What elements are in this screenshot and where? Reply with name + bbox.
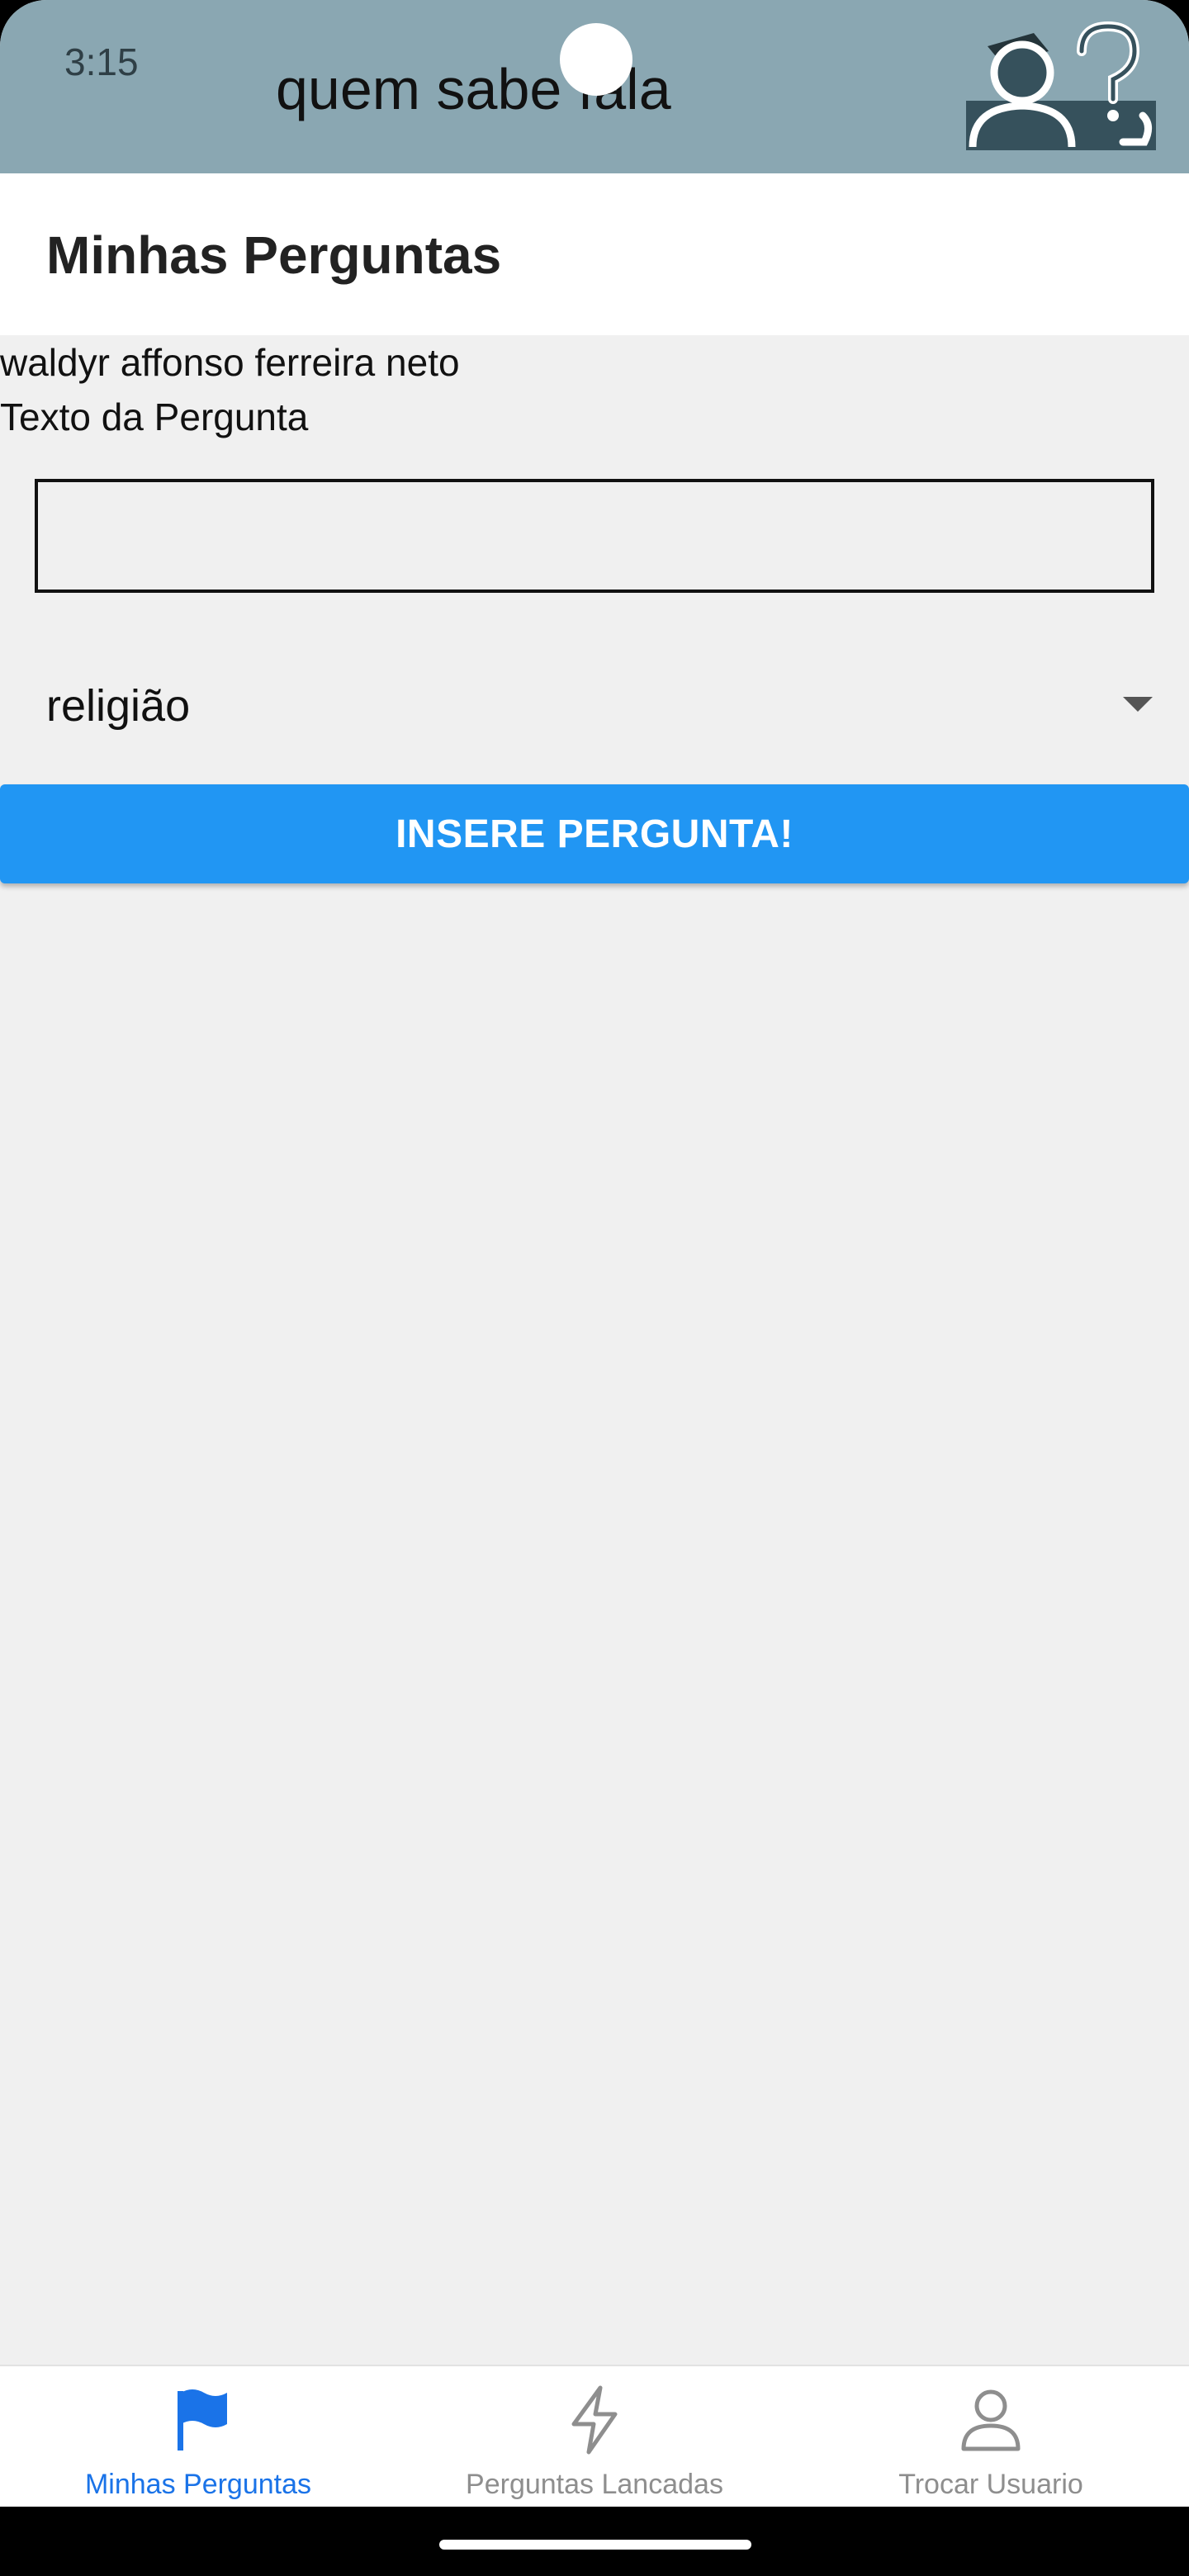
tab-trocar-usuario[interactable]: Trocar Usuario — [793, 2366, 1189, 2507]
category-dropdown[interactable]: religião — [46, 669, 1153, 751]
question-text-label: Texto da Pergunta — [0, 395, 309, 438]
camera-cutout — [560, 23, 632, 96]
tab-label: Trocar Usuario — [898, 2469, 1083, 2500]
lightning-icon — [571, 2385, 618, 2455]
question-person-logo-icon — [958, 18, 1163, 150]
bottom-navigation: Minhas Perguntas Perguntas Lancadas Troc… — [0, 2365, 1189, 2507]
app-screen: 3:15 quem sabe fala Minhas Perguntas wal… — [0, 0, 1189, 2576]
page-header: Minhas Perguntas — [0, 173, 1189, 335]
user-name-text: waldyr affonso ferreira neto — [0, 341, 460, 384]
question-text-input[interactable] — [35, 479, 1154, 593]
status-time: 3:15 — [64, 40, 139, 83]
tab-label: Minhas Perguntas — [84, 2469, 312, 2500]
insert-question-button[interactable]: INSERE PERGUNTA! — [0, 784, 1189, 883]
top-banner: 3:15 quem sabe fala — [0, 0, 1189, 173]
tab-label: Perguntas Lancadas — [466, 2469, 723, 2500]
home-gesture-handle[interactable] — [439, 2540, 751, 2550]
user-icon — [961, 2389, 1021, 2451]
category-selected-value: religião — [46, 681, 191, 731]
tab-perguntas-lancadas[interactable]: Perguntas Lancadas — [396, 2366, 793, 2507]
flag-icon — [178, 2389, 227, 2451]
tab-minhas-perguntas[interactable]: Minhas Perguntas — [0, 2366, 396, 2507]
page-title: Minhas Perguntas — [46, 225, 502, 285]
system-navigation-bar — [0, 2507, 1189, 2576]
dropdown-arrow-icon — [1123, 697, 1153, 712]
